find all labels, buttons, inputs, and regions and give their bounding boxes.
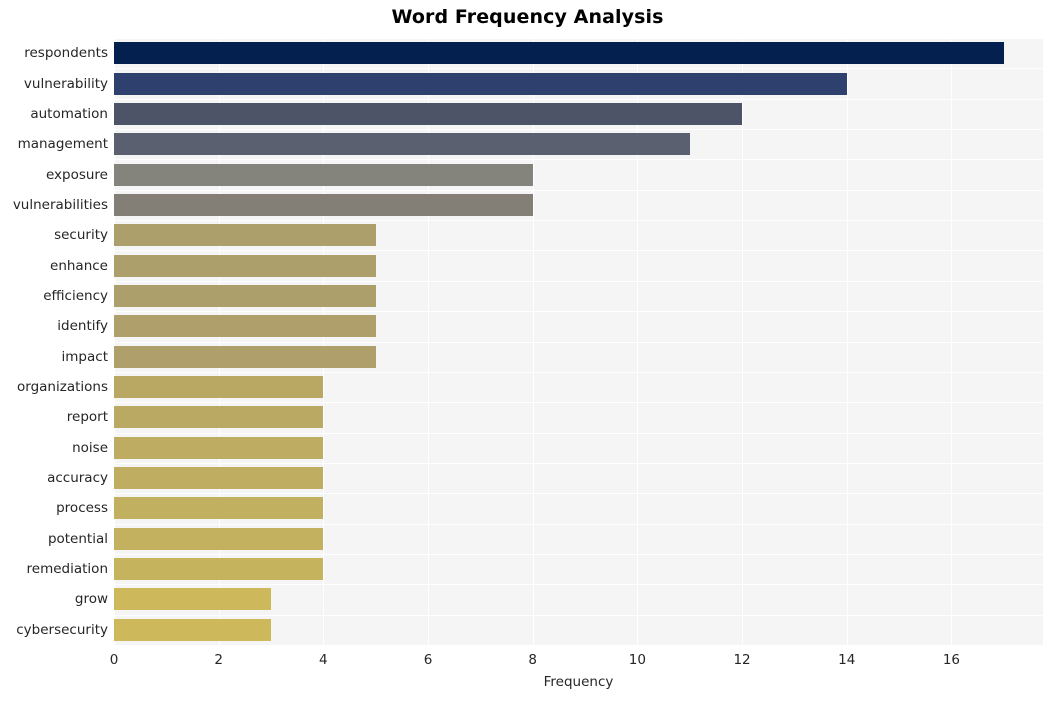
y-axis-tick-labels: respondents vulnerability automation manage… [0, 38, 108, 645]
y-tick-label: management [17, 136, 108, 153]
x-tick-label: 16 [942, 652, 960, 668]
y-tick-label: organizations [17, 379, 108, 396]
bar [114, 102, 743, 125]
bar [114, 315, 376, 338]
y-tick-label: noise [72, 439, 108, 456]
bar [114, 497, 324, 520]
x-axis-tick-labels: 0 2 4 6 8 10 12 14 16 [110, 645, 1043, 671]
y-tick-label: enhance [50, 257, 108, 274]
y-tick-label: potential [47, 530, 108, 547]
bar [114, 527, 324, 550]
y-tick-label: identify [57, 318, 108, 335]
bar [114, 193, 533, 216]
bar [114, 558, 324, 581]
bar [114, 42, 1004, 65]
bar-series [114, 38, 1043, 645]
x-axis-label: Frequency [543, 674, 614, 690]
x-tick-label: 4 [319, 652, 328, 668]
bar [114, 224, 376, 247]
y-tick-label: security [54, 227, 108, 244]
x-tick-label: 0 [109, 652, 119, 668]
y-tick-label: vulnerabilities [12, 196, 108, 213]
bar [114, 436, 324, 459]
y-tick-label: grow [74, 591, 108, 608]
bar [114, 406, 324, 429]
bar [114, 376, 324, 399]
bar [114, 345, 376, 368]
y-tick-label: process [56, 500, 108, 517]
x-tick-label: 14 [838, 652, 856, 668]
y-tick-label: vulnerability [23, 75, 108, 92]
y-tick-label: remediation [26, 561, 108, 578]
y-tick-label: impact [61, 348, 108, 365]
chart-title: Word Frequency Analysis [391, 6, 664, 28]
x-tick-label: 8 [528, 652, 537, 668]
bar [114, 133, 690, 156]
bar [114, 284, 376, 307]
y-tick-label: cybersecurity [16, 621, 108, 638]
bar [114, 618, 271, 641]
bar [114, 467, 324, 490]
x-tick-label: 12 [733, 652, 751, 668]
y-tick-label: report [66, 409, 108, 426]
x-tick-label: 6 [423, 652, 433, 668]
y-tick-label: accuracy [47, 470, 108, 487]
bar [114, 254, 376, 277]
bar [114, 163, 533, 186]
bar [114, 588, 271, 611]
y-tick-label: respondents [24, 45, 108, 62]
x-tick-label: 10 [628, 652, 646, 668]
y-tick-label: exposure [45, 166, 108, 183]
plot-area [114, 38, 1043, 646]
x-tick-label: 2 [214, 652, 223, 668]
word-frequency-chart-figure: Word Frequency Analysis respondents vulne… [0, 0, 1055, 701]
y-tick-label: efficiency [43, 287, 108, 304]
y-tick-label: automation [30, 105, 108, 122]
bar [114, 72, 847, 95]
